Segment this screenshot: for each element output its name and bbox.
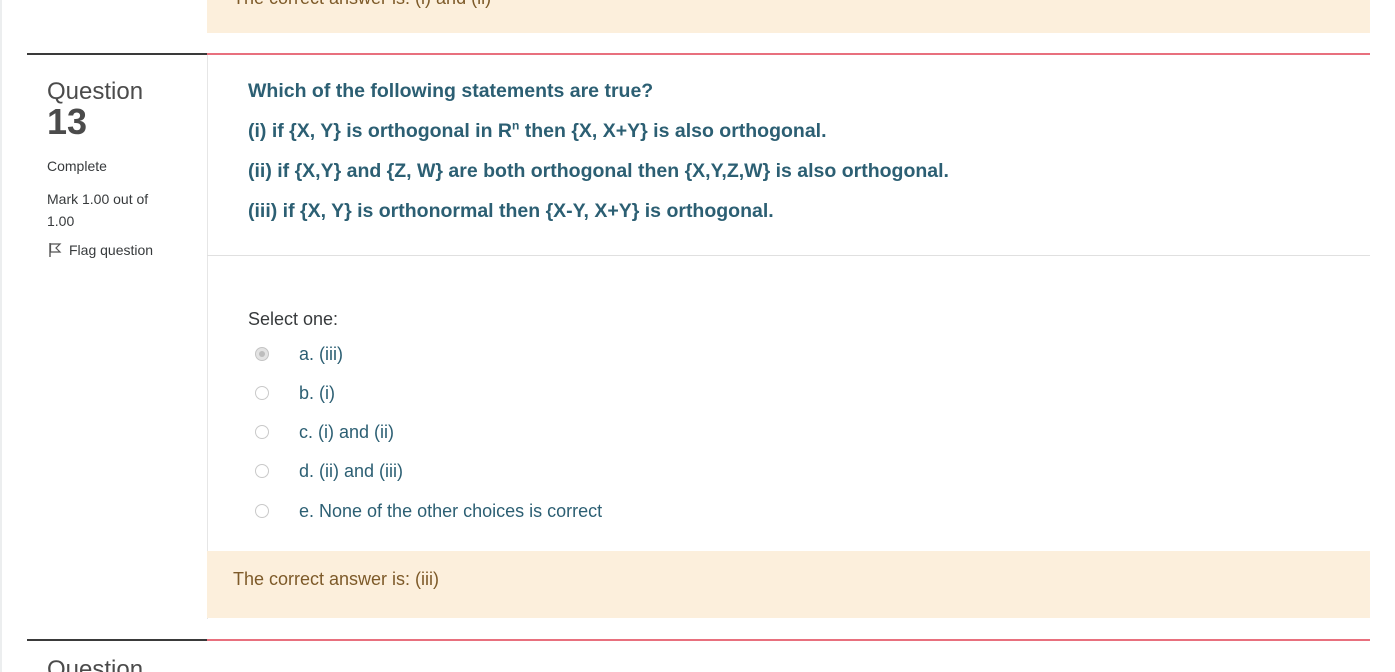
question-number: 13 bbox=[47, 101, 88, 142]
next-question-label: Question bbox=[47, 656, 144, 672]
previous-feedback-text: The correct answer is: (i) and (ii) bbox=[233, 0, 491, 9]
question-text-line: (iii) if {X, Y} is orthonormal then {X-Y… bbox=[248, 200, 774, 222]
question-separator-right bbox=[207, 53, 1370, 55]
question-text-divider bbox=[207, 255, 1370, 256]
info-column-divider bbox=[207, 55, 208, 619]
question-grade: Mark 1.00 out of 1.00 bbox=[47, 191, 149, 229]
page-left-border bbox=[0, 0, 2, 672]
previous-question-feedback: The correct answer is: (i) and (ii) bbox=[207, 0, 1370, 33]
answer-option-c[interactable]: c. (i) and (ii) bbox=[255, 420, 394, 444]
question-info: Question 13 Complete Mark 1.00 out of 1.… bbox=[47, 78, 197, 260]
next-question-separator-left bbox=[27, 639, 207, 641]
question-text-line: Which of the following statements are tr… bbox=[248, 80, 654, 102]
question-state: Complete bbox=[47, 158, 107, 174]
select-one-prompt: Select one: bbox=[248, 309, 339, 329]
answer-option-d[interactable]: d. (ii) and (iii) bbox=[255, 459, 403, 483]
option-label: b. (i) bbox=[299, 383, 335, 403]
radio-button[interactable] bbox=[255, 464, 269, 478]
option-label: e. None of the other choices is correct bbox=[299, 501, 603, 521]
answer-option-b[interactable]: b. (i) bbox=[255, 381, 335, 405]
radio-button[interactable] bbox=[255, 347, 269, 361]
line-i-after: then {X, X+Y} is also orthogonal. bbox=[519, 120, 827, 142]
option-label: a. (iii) bbox=[299, 344, 343, 364]
radio-button[interactable] bbox=[255, 386, 269, 400]
answer-option-a[interactable]: a. (iii) bbox=[255, 342, 343, 366]
answer-option-e[interactable]: e. None of the other choices is correct bbox=[255, 499, 602, 523]
question-text-line-i: (i) if {X, Y} is orthogonal in Rn then {… bbox=[248, 118, 1348, 158]
option-label: c. (i) and (ii) bbox=[299, 422, 395, 442]
flag-question-label: Flag question bbox=[69, 242, 154, 258]
question-text-line: (ii) if {X,Y} and {Z, W} are both orthog… bbox=[248, 160, 949, 182]
question-separator-left bbox=[27, 53, 207, 55]
radio-button[interactable] bbox=[255, 504, 269, 518]
flag-icon bbox=[49, 243, 62, 257]
correct-answer-feedback: The correct answer is: (iii) bbox=[207, 551, 1370, 618]
flag-question-link[interactable]: Flag question bbox=[47, 240, 197, 260]
quiz-review-page: The correct answer is: (i) and (ii) Ques… bbox=[0, 0, 1395, 672]
radio-button[interactable] bbox=[255, 425, 269, 439]
correct-answer-text: The correct answer is: (iii) bbox=[233, 569, 440, 589]
option-label: d. (ii) and (iii) bbox=[299, 461, 404, 481]
line-i-before: (i) if {X, Y} is orthogonal in R bbox=[248, 120, 512, 142]
next-question-separator-right bbox=[207, 639, 1370, 641]
question-text: Which of the following statements are tr… bbox=[248, 78, 1348, 238]
